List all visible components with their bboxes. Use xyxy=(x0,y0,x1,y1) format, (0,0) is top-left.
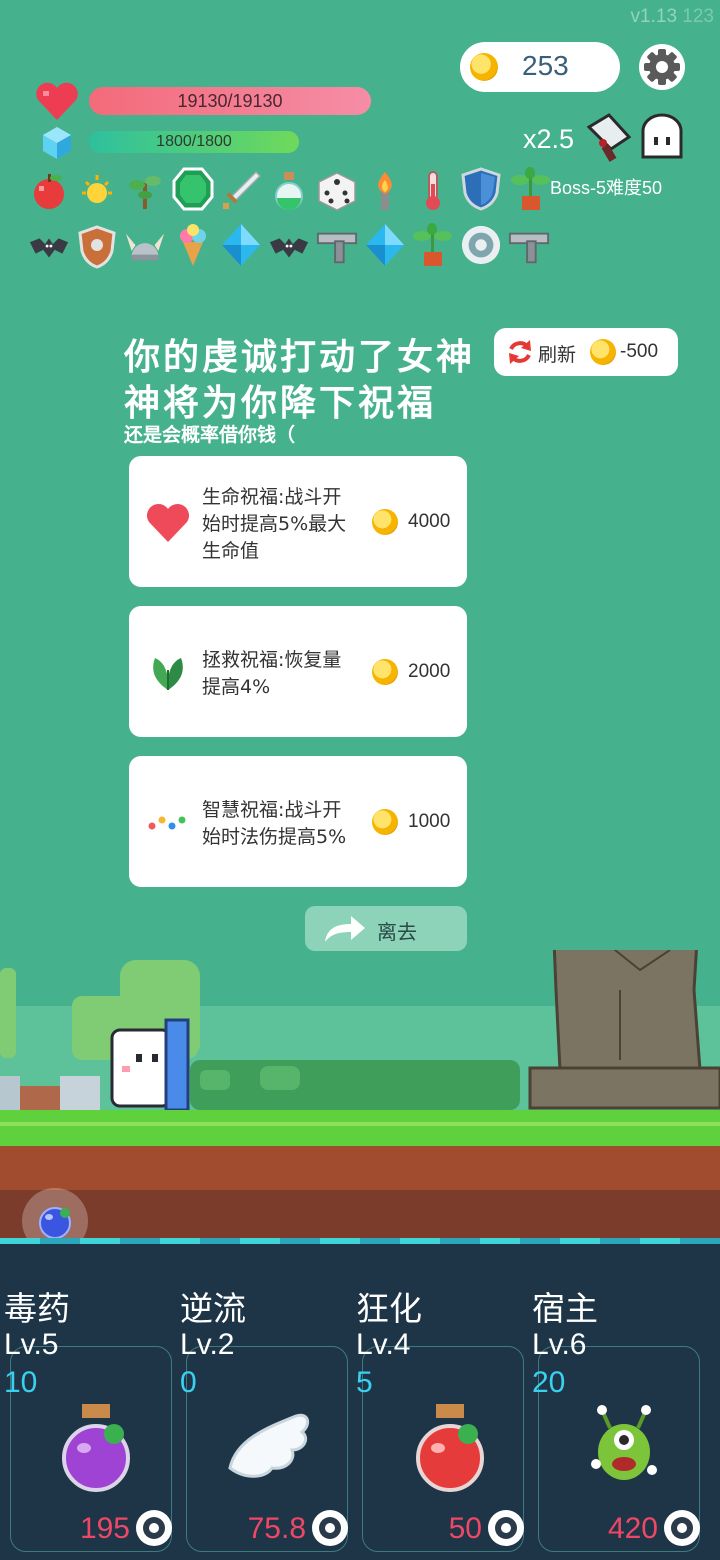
boss-difficulty-label: Boss-5难度50 xyxy=(550,178,663,198)
leave-button[interactable]: 离去 xyxy=(305,906,467,951)
blessing-cost: 1000 xyxy=(408,811,451,832)
cleaver-icon[interactable] xyxy=(585,113,635,165)
blessing-card-rescue[interactable]: 拯救祝福:恢复量 提高4% 2000 xyxy=(129,606,467,737)
skill-count: 20 xyxy=(532,1366,566,1399)
round-shield-icon[interactable] xyxy=(76,225,118,269)
settings-gear-icon[interactable] xyxy=(638,43,686,91)
crystal-mp-icon xyxy=(43,127,71,159)
emerald-icon[interactable] xyxy=(172,167,214,211)
event-title-line-2: 神将为你降下祝福 xyxy=(124,383,437,424)
skill-level: Lv.5 xyxy=(4,1328,59,1361)
ice-cream-icon[interactable] xyxy=(172,224,214,266)
blue-diamond-icon[interactable] xyxy=(220,224,262,266)
colored-dots-icon xyxy=(148,816,186,830)
speed-multiplier[interactable]: x2.5 xyxy=(523,124,574,155)
blessing-card-wisdom[interactable]: 智慧祝福:战斗开 始时法伤提高5% 1000 xyxy=(129,756,467,887)
blessing-card-life[interactable]: 生命祝福:战斗开 始时提高5%最大 生命值 4000 xyxy=(129,456,467,587)
pistol-icon[interactable] xyxy=(316,226,358,268)
skill-upgrade-price: 420 xyxy=(607,1512,658,1545)
skill-name: 毒药 xyxy=(4,1289,70,1328)
skill-name: 宿主 xyxy=(532,1289,598,1328)
skill-level: Lv.2 xyxy=(180,1328,235,1361)
blue-diamond-icon[interactable] xyxy=(364,224,406,266)
potted-plant-icon[interactable] xyxy=(412,223,454,266)
skill-upgrade-price: 50 xyxy=(448,1512,482,1545)
cat-hero xyxy=(110,1018,190,1112)
sun-icon[interactable] xyxy=(76,170,118,212)
purple-potion-icon xyxy=(62,1404,130,1492)
event-title-line-1: 你的虔诚打动了女神 xyxy=(124,337,476,378)
skill-backflow[interactable]: 逆流 Lv.2 0 75.8 xyxy=(176,1280,352,1560)
event-subtitle: 还是会概率借你钱（ xyxy=(124,424,296,446)
skill-host[interactable]: 宿主 Lv.6 20 420 xyxy=(528,1280,704,1560)
refresh-button[interactable]: 刷新 -500 xyxy=(494,328,678,376)
leave-label: 离去 xyxy=(377,920,417,944)
blessing-cost: 4000 xyxy=(408,511,451,532)
skill-count: 5 xyxy=(356,1366,373,1399)
blue-potion-icon xyxy=(39,1207,71,1239)
gold-amount: 253 xyxy=(522,50,569,81)
gold-counter: 253 xyxy=(460,42,620,92)
refresh-cost: -500 xyxy=(620,341,659,362)
disc-icon[interactable] xyxy=(460,224,502,266)
coin-icon xyxy=(590,339,616,365)
bat-icon[interactable] xyxy=(28,226,70,268)
viking-helmet-icon[interactable] xyxy=(124,226,166,268)
potted-plant-icon[interactable] xyxy=(510,167,552,210)
upgrade-icon[interactable] xyxy=(486,1508,526,1548)
version-label: v1.13 123 xyxy=(630,6,714,27)
leaf-icon xyxy=(153,658,183,690)
skill-upgrade-price: 195 xyxy=(79,1512,130,1545)
red-potion-icon xyxy=(416,1404,484,1492)
ghost-icon[interactable] xyxy=(639,113,685,161)
upgrade-icon[interactable] xyxy=(662,1508,702,1548)
blessing-description: 生命祝福:战斗开 始时提高5%最大 生命值 xyxy=(202,486,347,562)
hedge xyxy=(190,1060,520,1110)
skill-berserk[interactable]: 狂化 Lv.4 5 50 xyxy=(352,1280,528,1560)
coin-icon xyxy=(372,809,398,835)
heart-icon xyxy=(146,503,190,542)
coin-icon xyxy=(372,659,398,685)
arrow-right-icon xyxy=(325,916,365,942)
hp-bar: 19130/19130 xyxy=(89,87,371,115)
skill-count: 0 xyxy=(180,1366,197,1399)
skill-name: 狂化 xyxy=(356,1289,422,1328)
blessing-description: 智慧祝福:战斗开 始时法伤提高5% xyxy=(202,799,347,848)
refresh-label: 刷新 xyxy=(538,344,577,366)
upgrade-icon[interactable] xyxy=(310,1508,350,1548)
skill-name: 逆流 xyxy=(180,1289,246,1328)
game-scene xyxy=(0,950,720,1240)
skill-upgrade-price: 75.8 xyxy=(247,1512,306,1545)
thermometer-icon[interactable] xyxy=(412,170,454,212)
coin-icon xyxy=(372,509,398,535)
goddess-statue xyxy=(528,950,720,1110)
bat-icon[interactable] xyxy=(268,226,310,268)
wing-icon xyxy=(228,1413,310,1478)
green-potion-icon[interactable] xyxy=(268,170,310,212)
sapling-icon[interactable] xyxy=(124,170,166,212)
skill-level: Lv.6 xyxy=(532,1328,587,1361)
heart-hp-icon xyxy=(36,82,78,120)
blessing-description: 拯救祝福:恢复量 提高4% xyxy=(202,649,342,698)
apple-icon[interactable] xyxy=(28,170,70,212)
pistol-icon[interactable] xyxy=(508,226,550,268)
dice-icon[interactable] xyxy=(316,170,358,212)
monster-icon xyxy=(591,1405,657,1480)
torch-icon[interactable] xyxy=(364,170,406,212)
sword-icon[interactable] xyxy=(220,170,262,212)
coin-icon xyxy=(470,53,498,81)
upgrade-icon[interactable] xyxy=(134,1508,174,1548)
refresh-icon xyxy=(509,340,531,364)
skill-count: 10 xyxy=(4,1366,38,1399)
skill-poison[interactable]: 毒药 Lv.5 10 195 xyxy=(0,1280,176,1560)
mp-bar: 1800/1800 xyxy=(89,131,299,153)
blessing-cost: 2000 xyxy=(408,661,451,682)
shield-icon[interactable] xyxy=(460,167,502,211)
skill-level: Lv.4 xyxy=(356,1328,411,1361)
